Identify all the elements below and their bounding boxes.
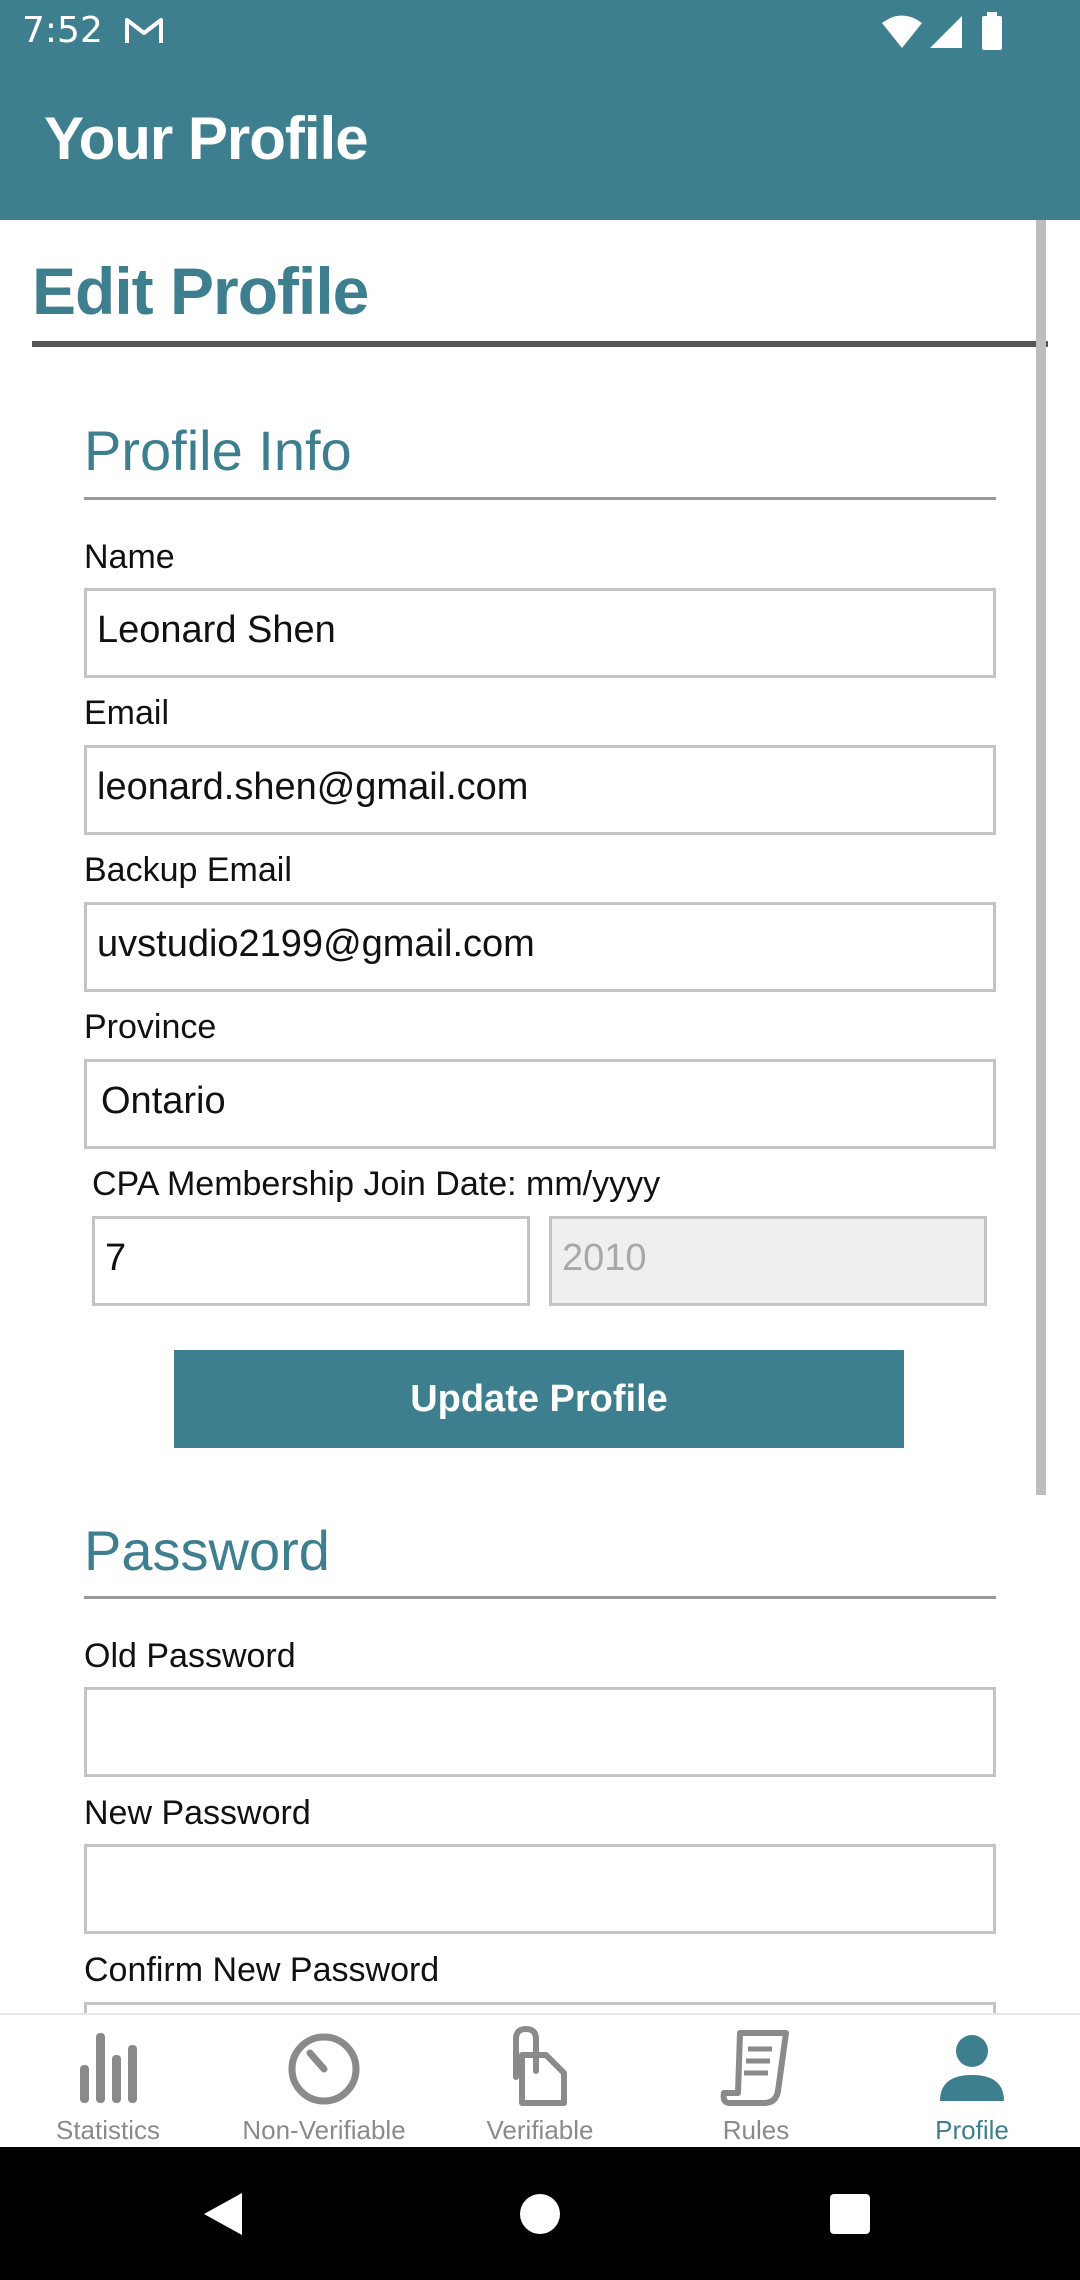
app-title: Your Profile: [44, 105, 369, 172]
nav-verifiable[interactable]: Verifiable: [432, 2015, 648, 2149]
nav-label-non-verifiable: Non-Verifiable: [242, 2115, 406, 2145]
person-icon: [940, 2035, 1004, 2101]
join-date-label: CPA Membership Join Date: mm/yyyy: [92, 1165, 661, 1203]
old-password-field[interactable]: [84, 1687, 996, 1777]
scrollbar[interactable]: [1036, 220, 1046, 1495]
nav-non-verifiable[interactable]: Non-Verifiable: [216, 2015, 432, 2149]
gmail-icon: [125, 18, 163, 43]
confirm-password-label: Confirm New Password: [84, 1951, 440, 1989]
password-heading: Password: [84, 1519, 330, 1582]
status-bar: 7:52: [0, 0, 1080, 64]
paperclip-document-icon: [513, 2025, 567, 2106]
password-divider: [84, 1596, 996, 1599]
profile-info-divider: [84, 497, 996, 500]
join-year-field[interactable]: 2010: [549, 1216, 987, 1306]
gauge-icon: [288, 2033, 360, 2105]
new-password-label: New Password: [84, 1794, 311, 1832]
nav-rules[interactable]: Rules: [648, 2015, 864, 2149]
email-label: Email: [84, 694, 170, 732]
nav-label-profile: Profile: [935, 2115, 1009, 2145]
signal-icon: [930, 16, 962, 48]
home-icon[interactable]: [519, 2193, 561, 2235]
name-field[interactable]: Leonard Shen: [84, 588, 996, 678]
status-time: 7:52: [22, 10, 103, 51]
join-month-field[interactable]: 7: [92, 1216, 530, 1306]
system-nav-bar: [0, 2147, 1080, 2280]
scroll-icon: [720, 2030, 789, 2106]
battery-icon: [982, 12, 1002, 50]
nav-label-rules: Rules: [722, 2115, 790, 2145]
backup-email-field[interactable]: uvstudio2199@gmail.com: [84, 902, 996, 992]
bottom-nav: Statistics Non-Verifiable Verifiable Rul…: [0, 2013, 1080, 2147]
nav-statistics[interactable]: Statistics: [0, 2015, 216, 2149]
province-select[interactable]: Ontario: [84, 1059, 996, 1149]
recents-icon[interactable]: [829, 2193, 871, 2235]
province-label: Province: [84, 1008, 217, 1046]
bar-chart-icon: [80, 2033, 137, 2103]
email-field[interactable]: leonard.shen@gmail.com: [84, 745, 996, 835]
old-password-label: Old Password: [84, 1637, 296, 1675]
profile-info-heading: Profile Info: [84, 419, 352, 482]
page-title: Edit Profile: [32, 254, 369, 328]
back-icon[interactable]: [202, 2191, 244, 2237]
name-label: Name: [84, 538, 175, 576]
app-bar: Your Profile: [0, 64, 1080, 220]
wifi-icon: [882, 15, 922, 48]
new-password-field[interactable]: [84, 1844, 996, 1934]
title-divider: [32, 341, 1048, 347]
nav-label-verifiable: Verifiable: [486, 2115, 594, 2145]
nav-profile[interactable]: Profile: [864, 2015, 1080, 2149]
backup-email-label: Backup Email: [84, 851, 292, 889]
nav-label-statistics: Statistics: [55, 2115, 161, 2145]
update-profile-button[interactable]: Update Profile: [174, 1350, 904, 1448]
